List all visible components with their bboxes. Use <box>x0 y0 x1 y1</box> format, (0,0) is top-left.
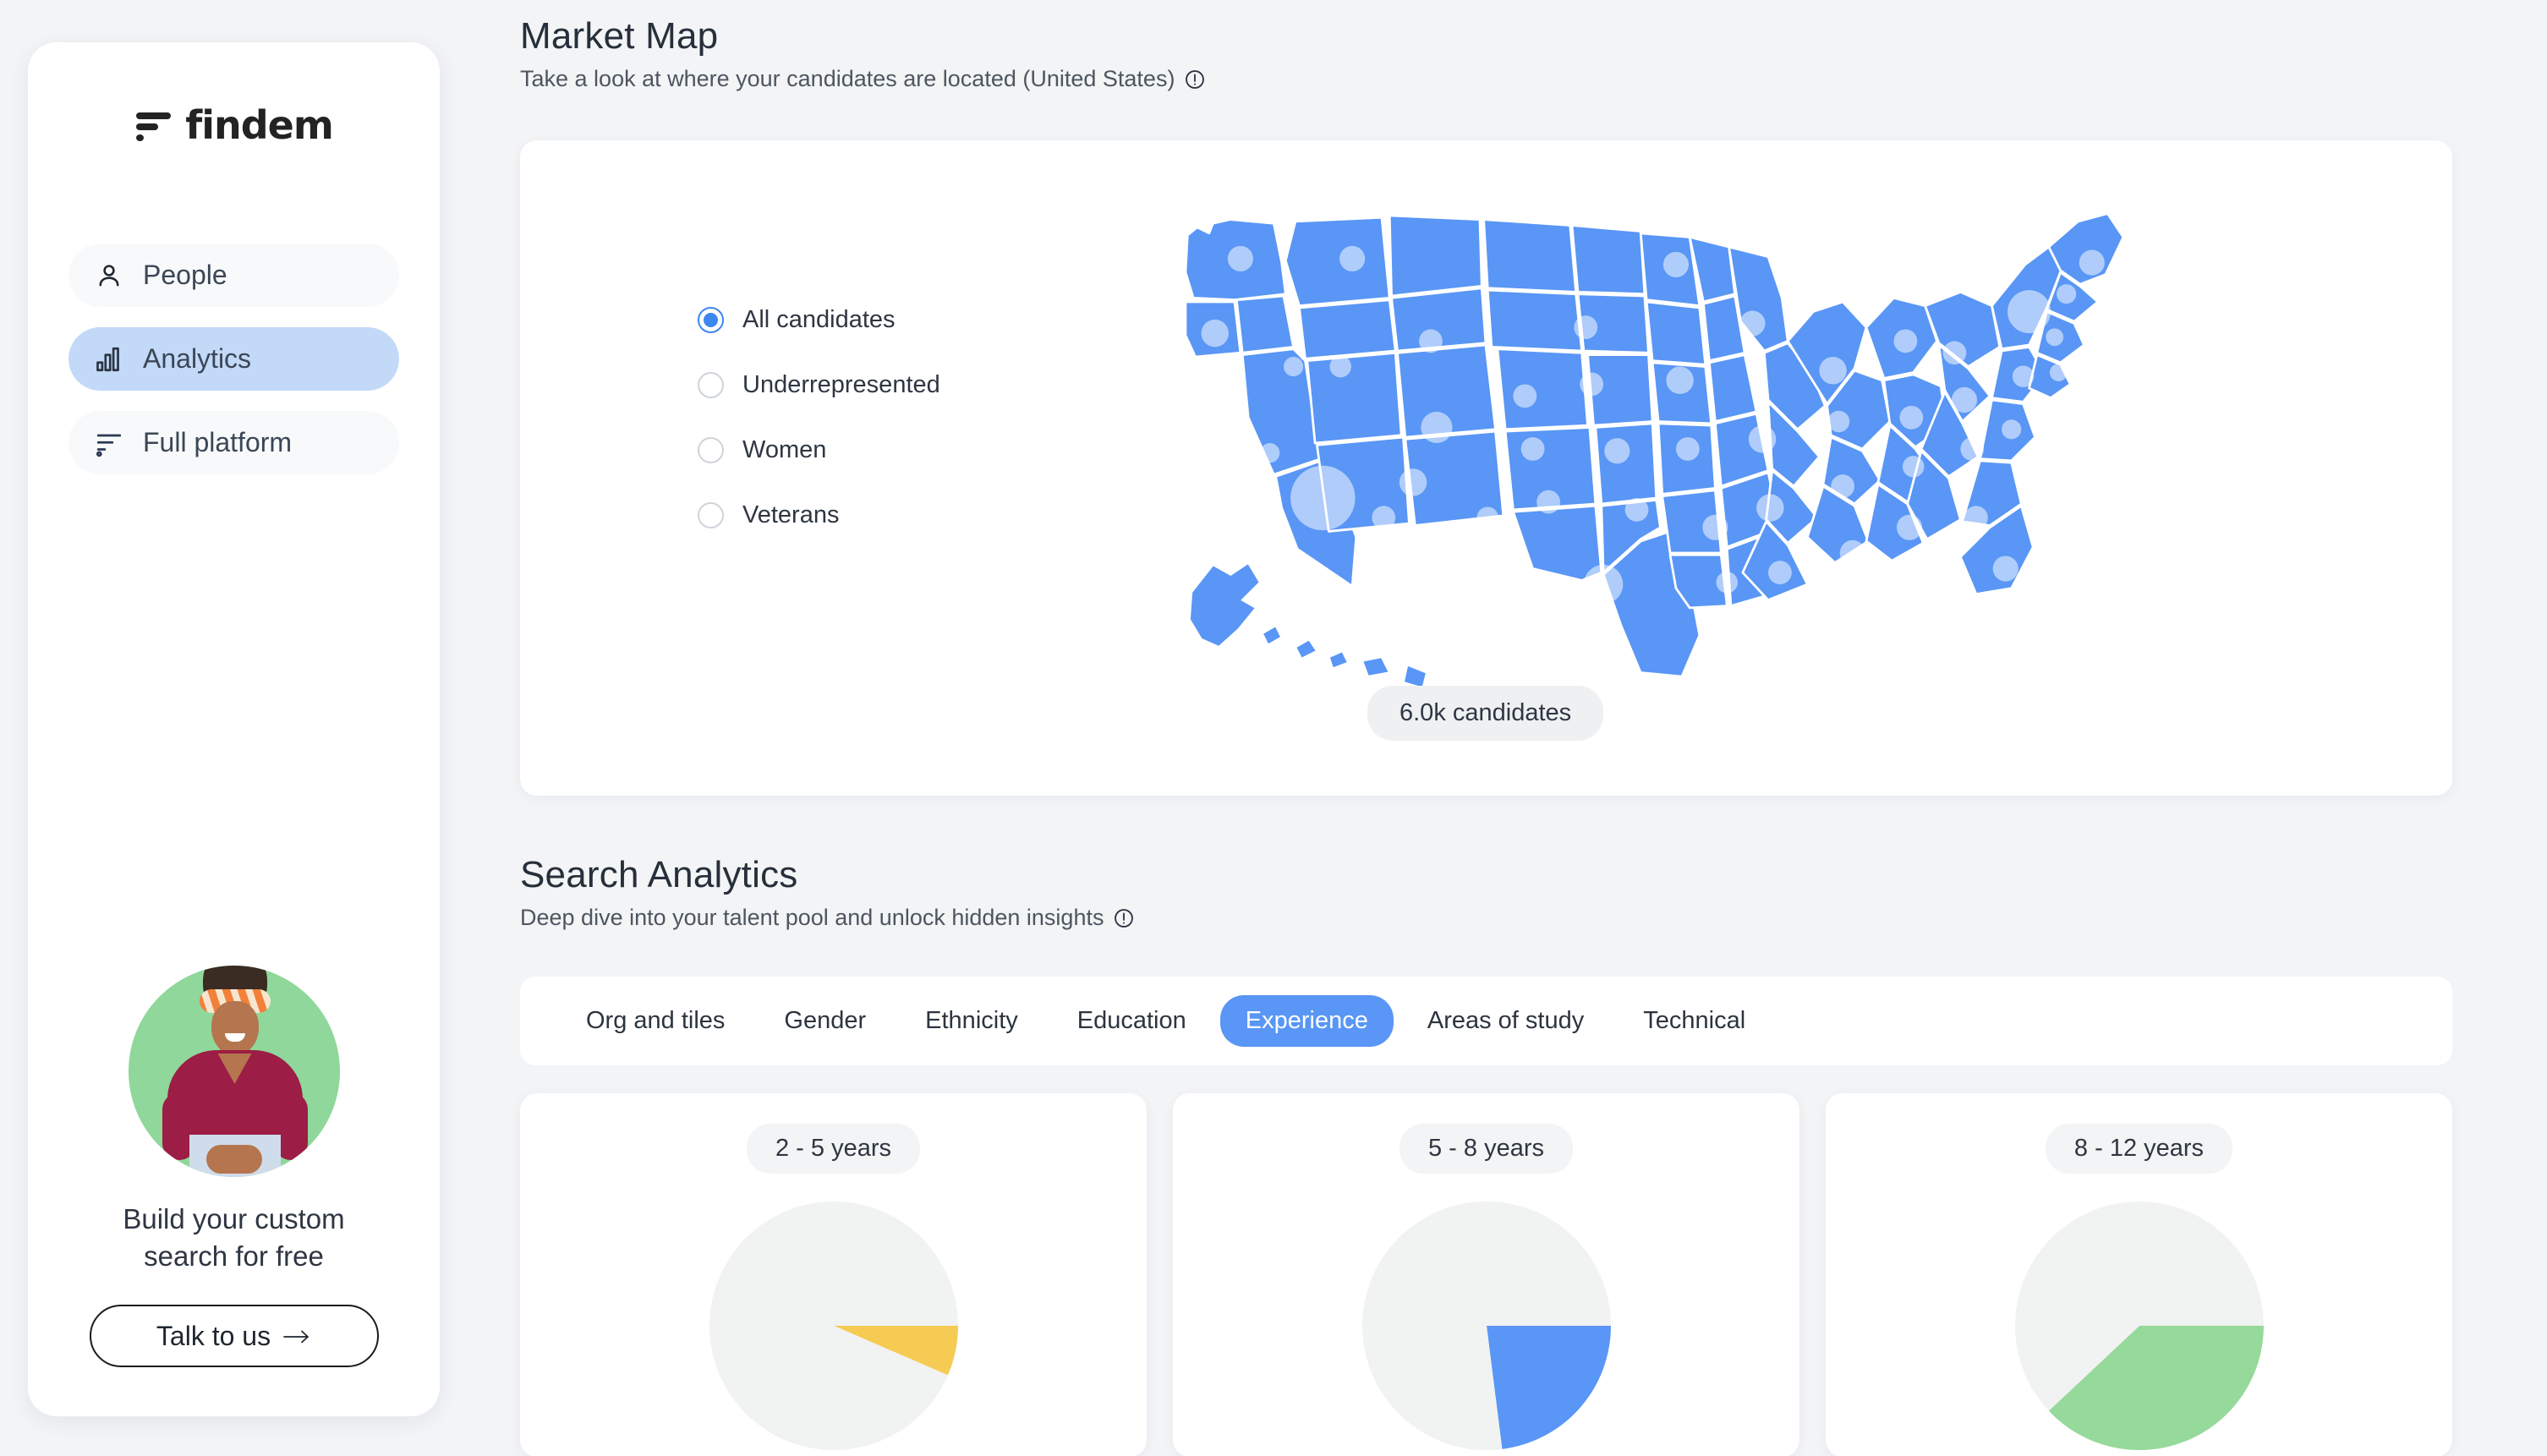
brand-logo: findem <box>134 100 333 151</box>
us-candidate-map[interactable] <box>1163 204 2177 694</box>
search-analytics-header: Search Analytics Deep dive into your tal… <box>520 854 1135 931</box>
market-map-card: All candidates Underrepresented Women Ve… <box>520 140 2452 796</box>
sidebar-item-people[interactable]: People <box>68 244 399 307</box>
brand-name: findem <box>185 102 333 148</box>
pie-card[interactable]: 8 - 12 years <box>1826 1093 2452 1456</box>
experience-pie-card-list: 2 - 5 years 5 - 8 years 8 - 12 years <box>520 1093 2452 1456</box>
radio-label: Underrepresented <box>742 371 940 399</box>
market-map-header: Market Map Take a look at where your can… <box>520 15 1206 92</box>
filter-list-icon <box>94 428 124 458</box>
arrow-right-icon <box>282 1321 311 1352</box>
exclamation-circle-icon[interactable] <box>1184 68 1206 90</box>
smiling-woman-avatar <box>129 966 340 1177</box>
tab-gender[interactable]: Gender <box>759 995 891 1047</box>
candidate-count-badge: 6.0k candidates <box>1367 686 1603 741</box>
sidebar: findem People Analytics <box>28 42 440 1416</box>
exclamation-circle-icon[interactable] <box>1113 907 1135 929</box>
radio-indicator[interactable] <box>698 502 724 528</box>
promo-headline: Build your custom search for free <box>95 1201 374 1276</box>
pie-chart-8-12-years <box>2013 1199 2266 1453</box>
radio-option-all-candidates[interactable]: All candidates <box>698 306 940 334</box>
pie-card[interactable]: 5 - 8 years <box>1173 1093 1799 1456</box>
tab-technical[interactable]: Technical <box>1618 995 1771 1047</box>
radio-indicator[interactable] <box>698 437 724 463</box>
pie-chart-2-5-years <box>707 1199 961 1453</box>
pie-chart-5-8-years <box>1360 1199 1613 1453</box>
sidebar-item-full-platform[interactable]: Full platform <box>68 411 399 474</box>
page-title: Market Map <box>520 15 1206 57</box>
sidebar-item-label: Analytics <box>143 343 251 375</box>
pie-slice <box>1487 1326 1611 1449</box>
radio-indicator[interactable] <box>698 307 724 333</box>
tab-areas-of-study[interactable]: Areas of study <box>1402 995 1609 1047</box>
talk-to-us-button[interactable]: Talk to us <box>90 1305 379 1367</box>
talk-to-us-label: Talk to us <box>156 1321 271 1352</box>
search-analytics-title: Search Analytics <box>520 854 1135 896</box>
radio-option-women[interactable]: Women <box>698 436 940 464</box>
radio-option-underrepresented[interactable]: Underrepresented <box>698 371 940 399</box>
bar-chart-icon <box>94 344 124 375</box>
radio-label: Veterans <box>742 501 839 529</box>
search-analytics-subtitle: Deep dive into your talent pool and unlo… <box>520 905 1135 931</box>
pie-title-pill: 5 - 8 years <box>1399 1124 1573 1174</box>
promo-block: Build your custom search for free Talk t… <box>28 966 440 1367</box>
sidebar-item-analytics[interactable]: Analytics <box>68 327 399 391</box>
radio-label: Women <box>742 436 826 464</box>
radio-indicator[interactable] <box>698 372 724 398</box>
market-map-subtitle-text: Take a look at where your candidates are… <box>520 66 1175 92</box>
radio-option-veterans[interactable]: Veterans <box>698 501 940 529</box>
app-root: findem People Analytics <box>0 0 2547 1456</box>
main-content: Market Map Take a look at where your can… <box>520 0 2547 1456</box>
person-icon <box>94 260 124 291</box>
sidebar-item-label: Full platform <box>143 427 292 458</box>
tab-experience[interactable]: Experience <box>1220 995 1394 1047</box>
market-map-subtitle: Take a look at where your candidates are… <box>520 66 1206 92</box>
candidate-filter-radio-group: All candidates Underrepresented Women Ve… <box>698 306 940 529</box>
tab-ethnicity[interactable]: Ethnicity <box>900 995 1043 1047</box>
search-analytics-subtitle-text: Deep dive into your talent pool and unlo… <box>520 905 1104 931</box>
analytics-tab-bar: Org and tiles Gender Ethnicity Education… <box>520 977 2452 1065</box>
pie-slice <box>709 1201 958 1450</box>
tab-education[interactable]: Education <box>1052 995 1212 1047</box>
pie-card[interactable]: 2 - 5 years <box>520 1093 1147 1456</box>
findem-logo-icon <box>134 108 172 142</box>
radio-label: All candidates <box>742 306 896 334</box>
sidebar-item-label: People <box>143 260 227 291</box>
pie-title-pill: 8 - 12 years <box>2046 1124 2232 1174</box>
pie-title-pill: 2 - 5 years <box>747 1124 920 1174</box>
tab-org-and-tiles[interactable]: Org and tiles <box>561 995 750 1047</box>
sidebar-nav: People Analytics Full platform <box>28 244 440 474</box>
